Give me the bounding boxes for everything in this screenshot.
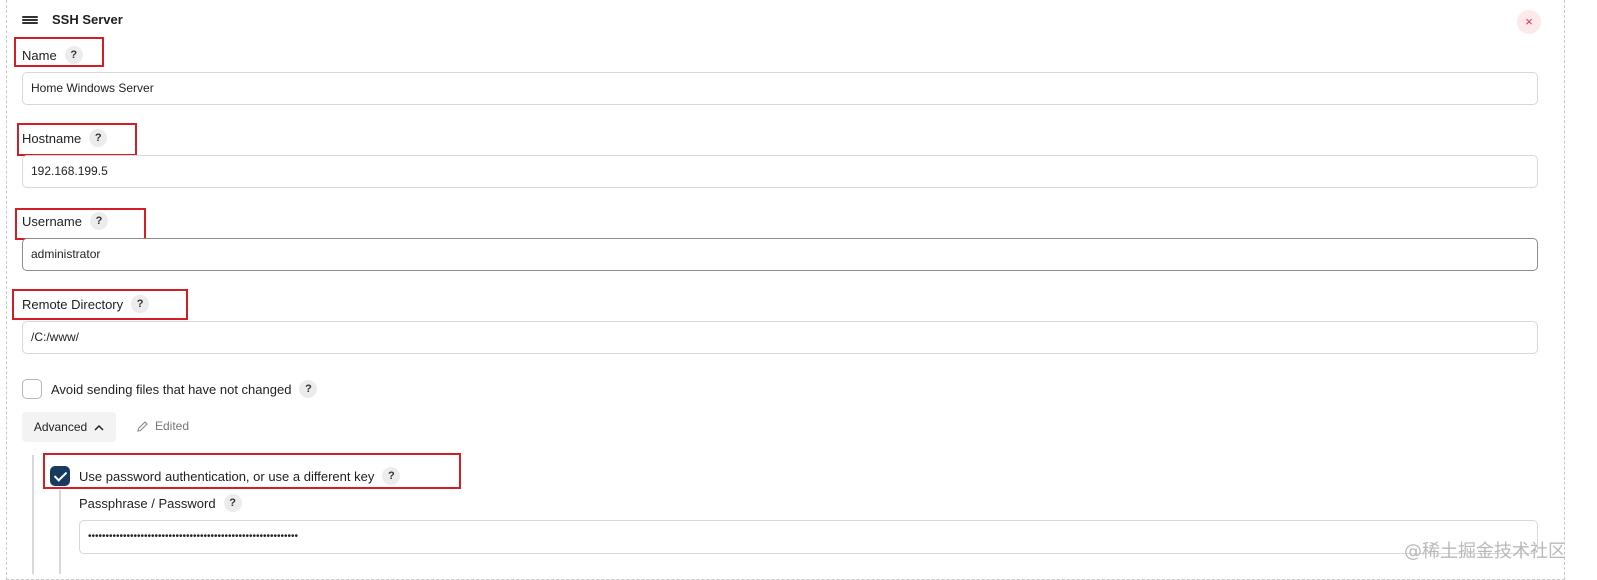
passphrase-label-text: Passphrase / Password — [79, 495, 216, 511]
username-input[interactable]: administrator — [22, 238, 1538, 271]
username-label-text: Username — [22, 213, 82, 229]
use-password-auth-label-text: Use password authentication, or use a di… — [79, 468, 375, 484]
pencil-icon — [137, 420, 148, 432]
name-label-text: Name — [22, 47, 57, 63]
nested-section-rail — [59, 490, 61, 574]
question-mark-icon[interactable]: ? — [89, 212, 108, 230]
advanced-toggle-button[interactable]: Advanced — [22, 412, 116, 442]
passphrase-input[interactable]: ••••••••••••••••••••••••••••••••••••••••… — [79, 520, 1538, 554]
passphrase-label: Passphrase / Password ? — [79, 494, 242, 512]
edited-label: Edited — [155, 419, 190, 433]
hostname-label: Hostname ? — [22, 129, 108, 147]
question-mark-icon[interactable]: ? — [299, 380, 318, 398]
remote-directory-label-text: Remote Directory — [22, 296, 124, 312]
avoid-sending-label-text: Avoid sending files that have not change… — [51, 381, 292, 397]
close-icon: × — [1525, 14, 1533, 29]
question-mark-icon[interactable]: ? — [223, 494, 242, 512]
chevron-up-icon — [94, 424, 104, 431]
close-button[interactable]: × — [1517, 10, 1541, 34]
edited-indicator: Edited — [136, 419, 189, 433]
hostname-label-text: Hostname — [22, 130, 82, 146]
panel-header: SSH Server — [22, 12, 123, 27]
question-mark-icon[interactable]: ? — [382, 467, 401, 485]
use-password-auth-label: Use password authentication, or use a di… — [79, 467, 401, 485]
name-label: Name ? — [22, 46, 83, 64]
advanced-label: Advanced — [33, 420, 88, 434]
use-password-auth-checkbox[interactable] — [50, 466, 70, 486]
panel-title: SSH Server — [52, 12, 123, 27]
avoid-sending-checkbox[interactable] — [22, 379, 42, 399]
remote-directory-label: Remote Directory ? — [22, 295, 150, 313]
question-mark-icon[interactable]: ? — [64, 46, 83, 64]
watermark: @稀土掘金技术社区 — [1404, 541, 1566, 562]
hostname-input[interactable]: 192.168.199.5 — [22, 155, 1538, 188]
drag-handle-icon[interactable] — [22, 13, 38, 27]
remote-directory-input[interactable]: /C:/www/ — [22, 321, 1538, 354]
username-label: Username ? — [22, 212, 108, 230]
question-mark-icon[interactable]: ? — [89, 129, 108, 147]
advanced-section-rail — [32, 455, 34, 574]
question-mark-icon[interactable]: ? — [131, 295, 150, 313]
avoid-sending-label: Avoid sending files that have not change… — [51, 380, 318, 398]
name-input[interactable]: Home Windows Server — [22, 72, 1538, 105]
